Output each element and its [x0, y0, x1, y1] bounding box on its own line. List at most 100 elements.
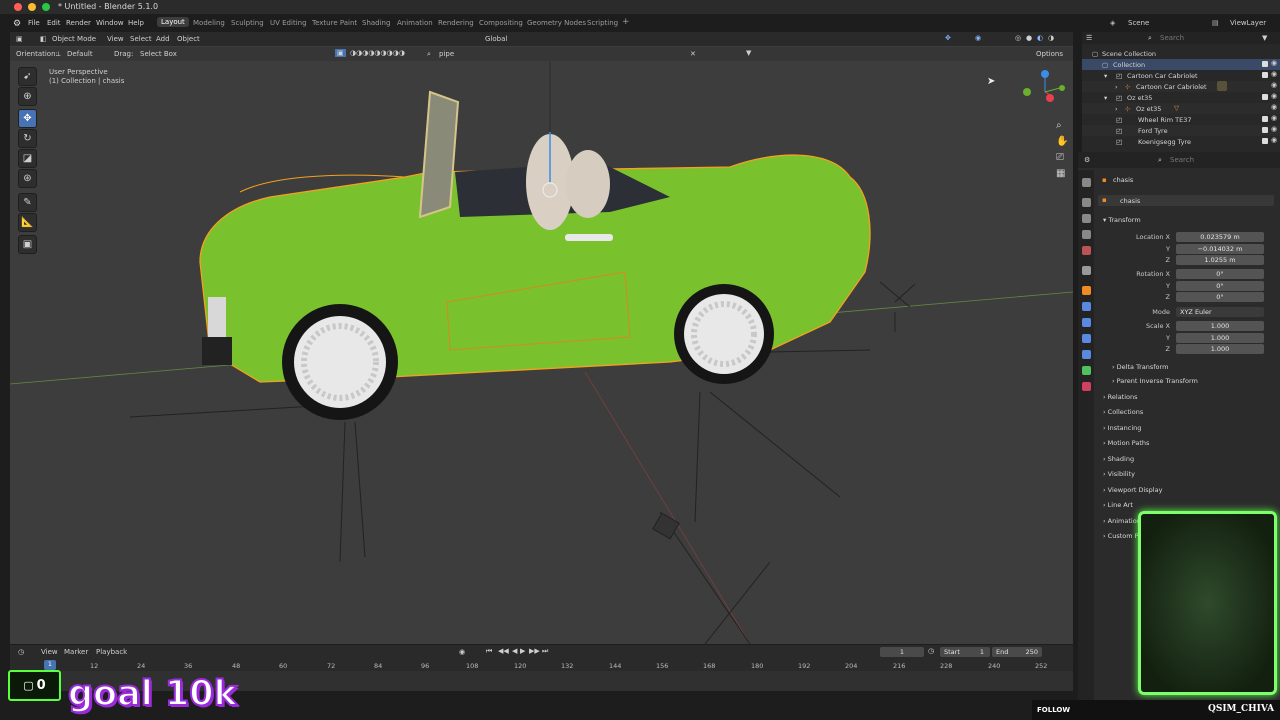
list-item[interactable]: ▢ Scene Collection	[1082, 48, 1280, 59]
filter-icons[interactable]: ◑◑◑◑◑◑◑◑◑	[350, 49, 405, 57]
timeline-ruler[interactable]	[10, 659, 1073, 671]
eye-icon[interactable]: ◉	[1271, 59, 1277, 67]
eye-icon[interactable]: ◉	[1271, 70, 1277, 78]
eye-icon[interactable]: ◉	[1271, 114, 1277, 122]
tab-tool-icon[interactable]	[1082, 178, 1091, 187]
tab-constraints-icon[interactable]	[1082, 350, 1091, 359]
list-item[interactable]: ◰ Ford Tyre ◉	[1082, 125, 1280, 136]
select-checkbox[interactable]	[1262, 116, 1268, 122]
scale-x-field[interactable]: 1.000	[1176, 321, 1264, 331]
properties-search-field[interactable]: Search	[1170, 156, 1194, 164]
tab-output-icon[interactable]	[1082, 214, 1091, 223]
clear-search-icon[interactable]: ✕	[690, 50, 696, 58]
eye-icon[interactable]: ◉	[1271, 103, 1277, 111]
gizmo-toggle-icon[interactable]: ✥	[945, 34, 951, 42]
list-item[interactable]: › ⊹ Oz et35 ▽ ◉	[1082, 103, 1280, 114]
camera-view-icon[interactable]: ⎚	[1056, 152, 1064, 163]
select-tool-button[interactable]: ➹	[18, 67, 37, 86]
rotation-y-field[interactable]: 0°	[1176, 281, 1264, 291]
tab-material-icon[interactable]	[1082, 382, 1091, 391]
orientation-selector[interactable]: Default	[67, 50, 93, 58]
panel-instancing[interactable]: › Instancing	[1103, 424, 1141, 432]
rotate-tool-button[interactable]: ↻	[18, 129, 37, 148]
options-menu[interactable]: Options	[1036, 50, 1063, 58]
location-x-field[interactable]: 0.023579 m	[1176, 232, 1264, 242]
zoom-window-button[interactable]	[42, 3, 50, 11]
panel-shading[interactable]: › Shading	[1103, 455, 1134, 463]
viewlayer-icon[interactable]: ▤	[1212, 19, 1219, 27]
rotation-x-field[interactable]: 0°	[1176, 269, 1264, 279]
tab-shading[interactable]: Shading	[362, 19, 390, 27]
menu-help[interactable]: Help	[128, 19, 144, 27]
tab-object-icon[interactable]	[1082, 286, 1091, 295]
transform-space-selector[interactable]: Global	[485, 35, 507, 43]
pan-hand-icon[interactable]: ✋	[1056, 136, 1068, 147]
expand-icon[interactable]: ›	[1115, 105, 1118, 113]
expand-icon[interactable]: ▾	[1104, 94, 1107, 102]
start-frame-field[interactable]: Start 1	[940, 647, 990, 657]
add-workspace-button[interactable]: +	[622, 17, 630, 27]
mode-selector[interactable]: Object Mode	[52, 35, 96, 43]
panel-visibility[interactable]: › Visibility	[1103, 470, 1135, 478]
outliner-editor-icon[interactable]: ☰	[1086, 34, 1092, 42]
tab-particles-icon[interactable]	[1082, 318, 1091, 327]
menu-edit[interactable]: Edit	[47, 19, 61, 27]
select-checkbox[interactable]	[1262, 138, 1268, 144]
select-checkbox[interactable]	[1262, 72, 1268, 78]
panel-motion-paths[interactable]: › Motion Paths	[1103, 439, 1149, 447]
zoom-icon[interactable]: ⌕	[1056, 120, 1062, 131]
tab-compositing[interactable]: Compositing	[479, 19, 523, 27]
select-checkbox[interactable]	[1262, 127, 1268, 133]
menu-object[interactable]: Object	[177, 35, 200, 43]
list-item[interactable]: ▾ ◰ Oz et35 ◉	[1082, 92, 1280, 103]
list-item[interactable]: ▾ ◰ Cartoon Car Cabriolet ◉	[1082, 70, 1280, 81]
drag-selector[interactable]: Select Box	[140, 50, 177, 58]
end-frame-field[interactable]: End 250	[992, 647, 1042, 657]
timeline-menu-view[interactable]: View	[41, 648, 58, 656]
tab-sculpting[interactable]: Sculpting	[231, 19, 264, 27]
record-icon[interactable]: ◉	[459, 648, 465, 656]
menu-select[interactable]: Select	[130, 35, 152, 43]
list-item[interactable]: ◰ Koenigsegg Tyre ◉	[1082, 136, 1280, 147]
tab-view-layer-icon[interactable]	[1082, 230, 1091, 239]
tab-physics-icon[interactable]	[1082, 334, 1091, 343]
panel-relations[interactable]: › Relations	[1103, 393, 1138, 401]
list-item[interactable]: ◰ Wheel Rim TE37 ◉	[1082, 114, 1280, 125]
menu-add[interactable]: Add	[156, 35, 170, 43]
object-name-field[interactable]: ▪ chasis	[1098, 195, 1274, 206]
eye-icon[interactable]: ◉	[1271, 81, 1277, 89]
tab-scene-icon[interactable]	[1082, 246, 1091, 255]
scale-tool-button[interactable]: ◪	[18, 149, 37, 168]
shading-rendered-icon[interactable]: ◑	[1048, 34, 1054, 42]
editor-type-icon[interactable]: ▣	[16, 35, 23, 43]
timeline-editor-icon[interactable]: ◷	[18, 648, 24, 656]
annotate-tool-button[interactable]: ✎	[18, 193, 37, 212]
tab-rendering[interactable]: Rendering	[438, 19, 474, 27]
shading-solid-icon[interactable]: ●	[1026, 34, 1032, 42]
tab-modifiers-icon[interactable]	[1082, 302, 1091, 311]
cursor-tool-button[interactable]: ⊕	[18, 87, 37, 106]
tab-world-icon[interactable]	[1082, 266, 1091, 275]
close-window-button[interactable]	[14, 3, 22, 11]
tab-data-icon[interactable]	[1082, 366, 1091, 375]
tab-geometry-nodes[interactable]: Geometry Nodes	[527, 19, 586, 27]
add-cube-tool-button[interactable]: ▣	[18, 235, 37, 254]
exclude-checkbox[interactable]	[1262, 61, 1268, 67]
rotation-mode-dropdown[interactable]: XYZ Euler	[1176, 307, 1264, 317]
menu-window[interactable]: Window	[96, 19, 124, 27]
panel-viewport-display[interactable]: › Viewport Display	[1103, 486, 1162, 494]
3d-viewport[interactable]: ▣ ◧ Object Mode View Select Add Object ✥…	[10, 32, 1073, 644]
measure-tool-button[interactable]: 📐	[18, 213, 37, 232]
blender-logo-icon[interactable]: ⚙	[13, 19, 21, 29]
overlay-toggle-icon[interactable]: ◉	[975, 34, 981, 42]
tab-uv-editing[interactable]: UV Editing	[270, 19, 307, 27]
scene-selector[interactable]: Scene	[1128, 19, 1149, 27]
jump-start-icon[interactable]: ⏮	[486, 647, 492, 656]
filter-icon[interactable]: ▼	[1262, 34, 1267, 42]
tab-render-icon[interactable]	[1082, 198, 1091, 207]
subpanel-delta-transform[interactable]: › Delta Transform	[1112, 363, 1168, 371]
object-mode-icon[interactable]: ◧	[40, 35, 47, 43]
subpanel-parent-inverse[interactable]: › Parent Inverse Transform	[1112, 377, 1198, 385]
next-keyframe-icon[interactable]: ▶▶	[529, 647, 540, 655]
eye-icon[interactable]: ◉	[1271, 125, 1277, 133]
